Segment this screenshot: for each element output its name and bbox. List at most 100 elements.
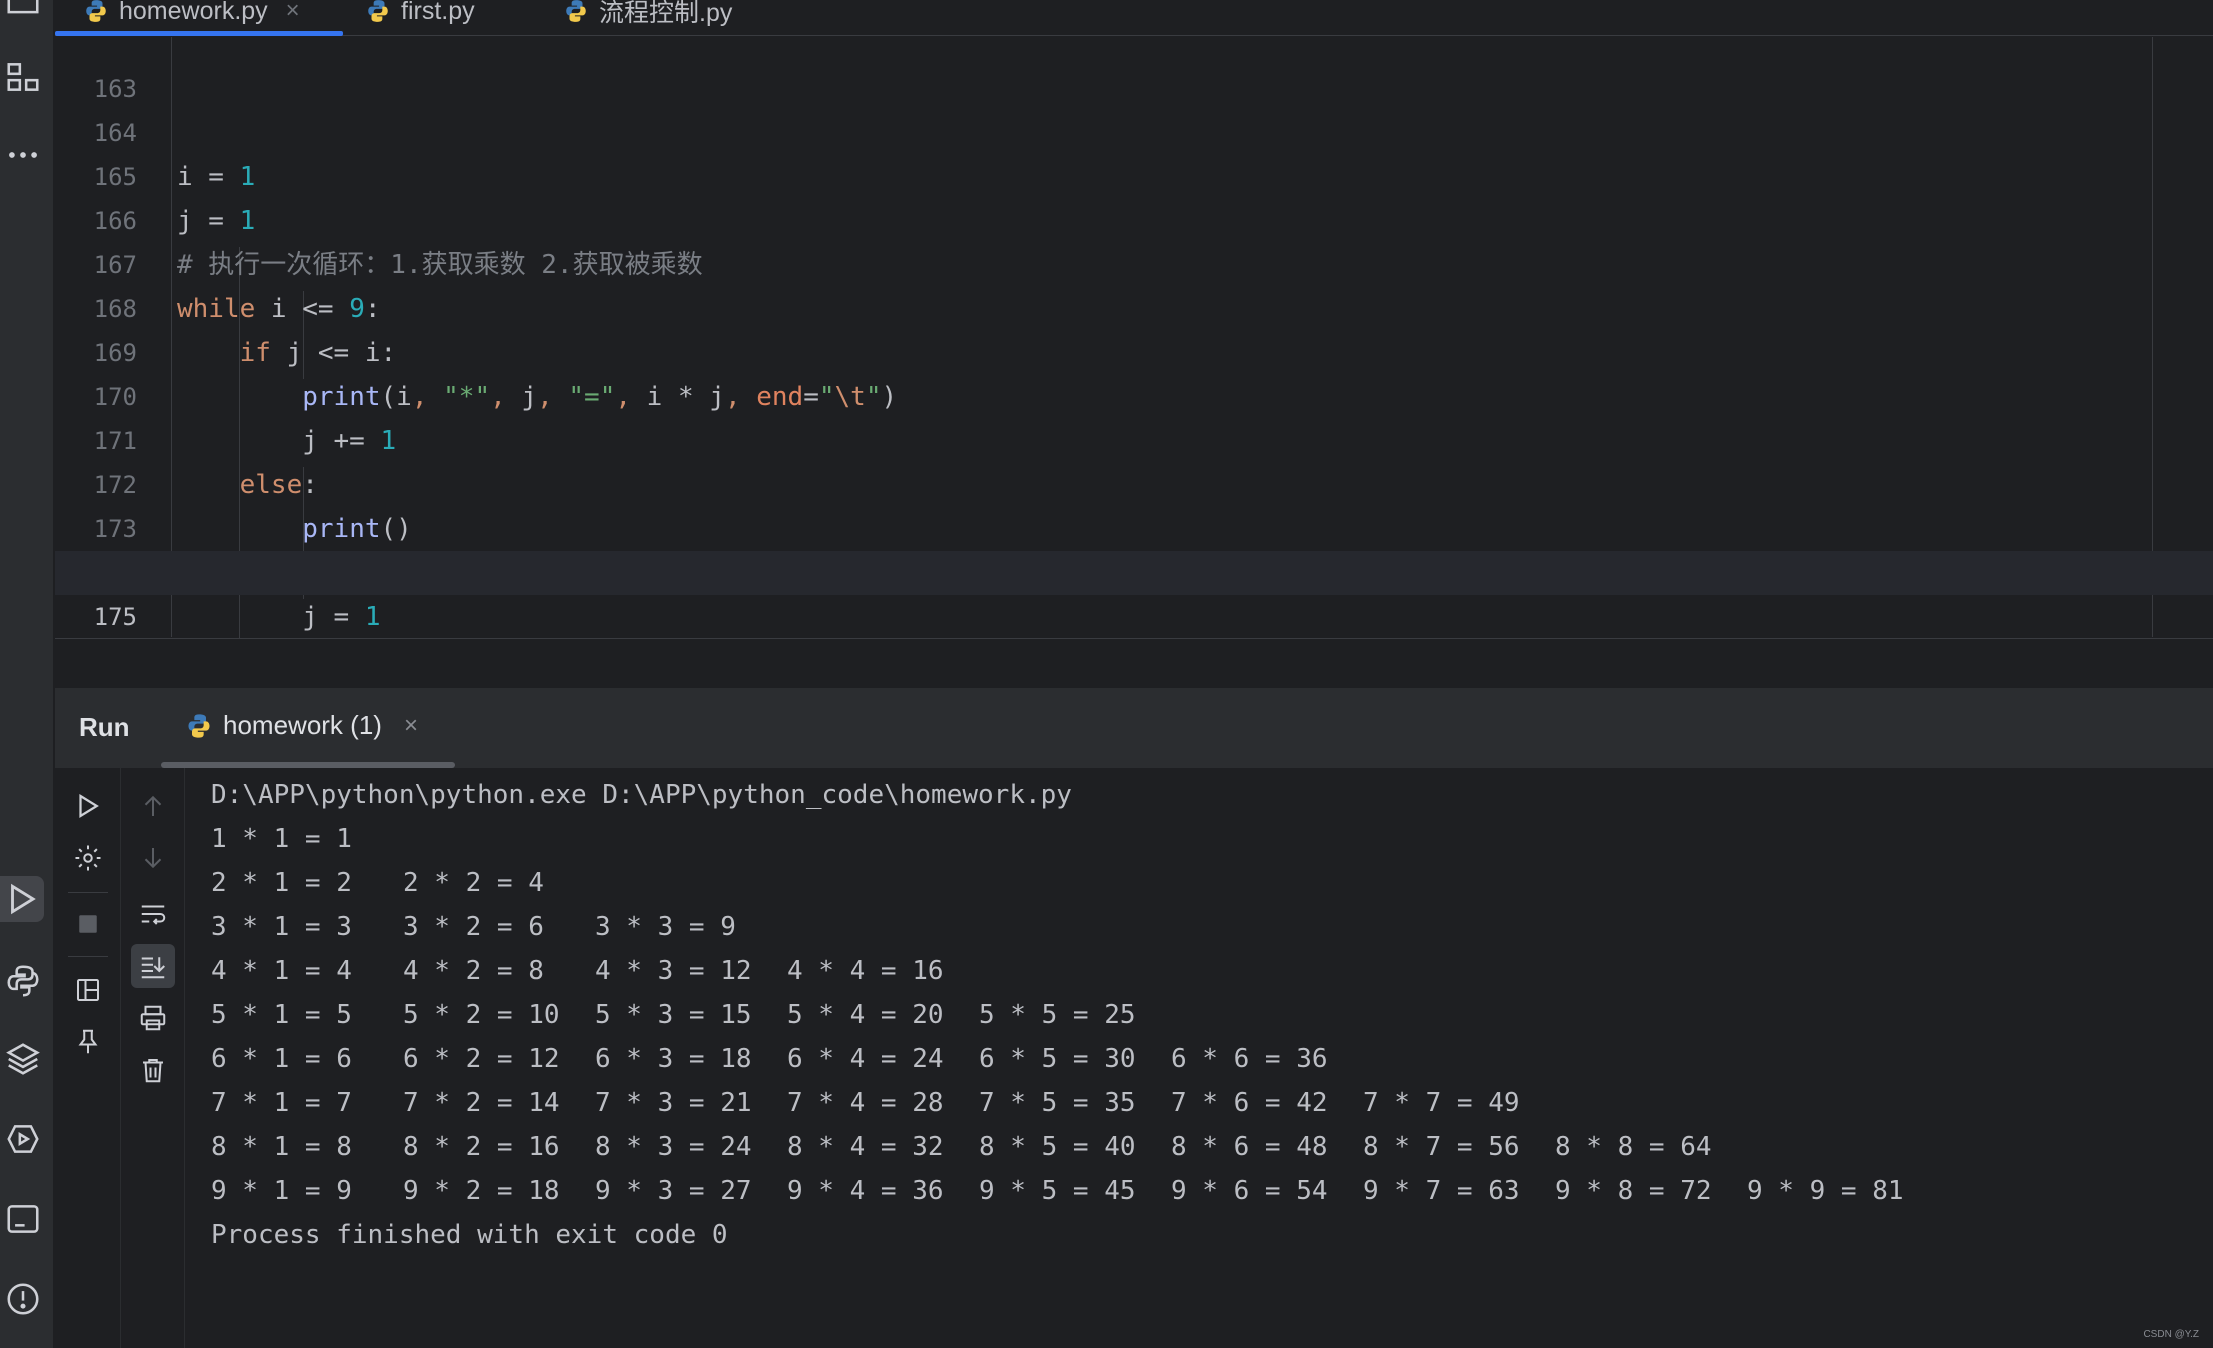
code-line: 167 while i <= 9: xyxy=(55,199,2213,324)
table-cell: 5 * 2 = 10 xyxy=(403,1000,560,1030)
console-output[interactable]: D:\APP\python\python.exe D:\APP\python_c… xyxy=(211,768,2211,1348)
scroll-to-end-icon[interactable] xyxy=(131,944,175,988)
run-tab-label: homework (1) xyxy=(223,710,382,740)
table-cell: 4 * 4 = 16 xyxy=(787,956,944,986)
soft-wrap-icon[interactable] xyxy=(131,892,175,936)
python-file-icon xyxy=(188,713,210,738)
table-cell: 3 * 2 = 6 xyxy=(403,912,544,942)
table-cell: 6 * 1 = 6 xyxy=(211,1044,352,1074)
print-icon[interactable] xyxy=(131,996,175,1040)
left-tool-strip xyxy=(0,0,54,1348)
table-cell: 7 * 3 = 21 xyxy=(595,1088,752,1118)
python-file-icon xyxy=(86,0,106,22)
code-line-current: 175 xyxy=(55,551,2213,631)
table-cell: 9 * 1 = 9 xyxy=(211,1176,352,1206)
more-icon[interactable] xyxy=(0,132,46,178)
run-toolbar-primary xyxy=(55,768,121,1348)
table-cell: 3 * 1 = 3 xyxy=(211,912,352,942)
code-line: 171 else: xyxy=(55,375,2213,500)
layers-icon[interactable] xyxy=(0,1036,46,1082)
code-line: 166 # 执行一次循环：1.获取乘数 2.获取被乘数 xyxy=(55,155,2213,280)
code-line: 170 j += 1 xyxy=(55,331,2213,456)
tab-label: homework.py xyxy=(119,0,268,25)
panel-splitter[interactable] xyxy=(55,638,2213,688)
folder-icon[interactable] xyxy=(0,0,46,24)
table-cell: 7 * 7 = 49 xyxy=(1363,1088,1520,1118)
table-cell: 9 * 3 = 27 xyxy=(595,1176,752,1206)
run-icon[interactable] xyxy=(0,876,44,922)
run-panel-title: Run xyxy=(79,712,130,742)
toolbar-separator xyxy=(68,892,108,893)
table-cell: 4 * 3 = 12 xyxy=(595,956,752,986)
table-cell: 9 * 4 = 36 xyxy=(787,1176,944,1206)
code-text: j = 1 xyxy=(177,602,381,632)
code-line: 173 i += 1 xyxy=(55,463,2213,588)
terminal-icon[interactable] xyxy=(0,1196,46,1242)
structure-icon[interactable] xyxy=(0,54,46,100)
run-tab-homework[interactable]: homework (1) × xyxy=(185,710,418,741)
table-cell: 2 * 1 = 2 xyxy=(211,868,352,898)
stop-icon[interactable] xyxy=(66,902,110,946)
table-cell: 5 * 5 = 25 xyxy=(979,1000,1136,1030)
table-cell: 7 * 2 = 14 xyxy=(403,1088,560,1118)
services-icon[interactable] xyxy=(0,1116,46,1162)
table-cell: 7 * 1 = 7 xyxy=(211,1088,352,1118)
toolbar-separator xyxy=(68,956,108,957)
table-cell: 6 * 4 = 24 xyxy=(787,1044,944,1074)
code-line: 168 if j <= i: xyxy=(55,243,2213,368)
settings-icon[interactable] xyxy=(66,836,110,880)
python-console-icon[interactable] xyxy=(0,958,46,1004)
arrow-up-icon[interactable] xyxy=(131,784,175,828)
table-cell: 7 * 6 = 42 xyxy=(1171,1088,1328,1118)
table-cell: 8 * 2 = 16 xyxy=(403,1132,560,1162)
table-cell: 1 * 1 = 1 xyxy=(211,824,352,854)
watermark: CSDN @Y.Z xyxy=(2143,1329,2199,1340)
code-line: 172 print() xyxy=(55,419,2213,544)
table-cell: 8 * 4 = 32 xyxy=(787,1132,944,1162)
table-cell: 4 * 1 = 4 xyxy=(211,956,352,986)
arrow-down-icon[interactable] xyxy=(131,836,175,880)
run-panel-header: Run homework (1) × xyxy=(55,688,2213,768)
table-cell: 6 * 5 = 30 xyxy=(979,1044,1136,1074)
code-line: 174 j = 1 xyxy=(55,507,2213,632)
console-command: D:\APP\python\python.exe D:\APP\python_c… xyxy=(211,780,1072,810)
code-editor[interactable]: 163 164 i = 1 165 j = 1 166 # 执行一次循环：1.获… xyxy=(55,37,2213,647)
code-line: 163 xyxy=(93,75,137,103)
code-line: 169 print(i, "*", j, "=", i * j, end="\t… xyxy=(55,287,2213,412)
tab-label: first.py xyxy=(401,0,475,25)
trash-icon[interactable] xyxy=(131,1048,175,1092)
run-panel-body: D:\APP\python\python.exe D:\APP\python_c… xyxy=(55,768,2213,1348)
code-line: 164 i = 1 xyxy=(55,67,2213,192)
table-cell: 2 * 2 = 4 xyxy=(403,868,544,898)
table-cell: 6 * 3 = 18 xyxy=(595,1044,752,1074)
run-toolbar-secondary xyxy=(121,768,185,1348)
problems-icon[interactable] xyxy=(0,1276,46,1322)
table-cell: 9 * 7 = 63 xyxy=(1363,1176,1520,1206)
table-cell: 5 * 3 = 15 xyxy=(595,1000,752,1030)
table-cell: 7 * 4 = 28 xyxy=(787,1088,944,1118)
table-cell: 8 * 6 = 48 xyxy=(1171,1132,1328,1162)
table-cell: 9 * 9 = 81 xyxy=(1747,1176,1904,1206)
layout-icon[interactable] xyxy=(66,968,110,1012)
table-cell: 8 * 8 = 64 xyxy=(1555,1132,1712,1162)
console-finish-message: Process finished with exit code 0 xyxy=(211,1220,728,1250)
table-cell: 5 * 1 = 5 xyxy=(211,1000,352,1030)
code-line: 165 j = 1 xyxy=(55,111,2213,236)
rerun-icon[interactable] xyxy=(66,784,110,828)
ide-window: homework.py × first.py 流程控制.py 163 164 i… xyxy=(0,0,2213,1348)
table-cell: 9 * 8 = 72 xyxy=(1555,1176,1712,1206)
close-icon[interactable]: × xyxy=(286,0,300,25)
table-cell: 6 * 2 = 12 xyxy=(403,1044,560,1074)
table-cell: 8 * 5 = 40 xyxy=(979,1132,1136,1162)
table-cell: 3 * 3 = 9 xyxy=(595,912,736,942)
table-cell: 9 * 6 = 54 xyxy=(1171,1176,1328,1206)
python-file-icon xyxy=(368,0,388,22)
pin-icon[interactable] xyxy=(66,1020,110,1064)
table-cell: 8 * 1 = 8 xyxy=(211,1132,352,1162)
table-cell: 8 * 3 = 24 xyxy=(595,1132,752,1162)
close-icon[interactable]: × xyxy=(404,712,418,740)
table-cell: 7 * 5 = 35 xyxy=(979,1088,1136,1118)
table-cell: 9 * 2 = 18 xyxy=(403,1176,560,1206)
table-cell: 9 * 5 = 45 xyxy=(979,1176,1136,1206)
table-cell: 6 * 6 = 36 xyxy=(1171,1044,1328,1074)
